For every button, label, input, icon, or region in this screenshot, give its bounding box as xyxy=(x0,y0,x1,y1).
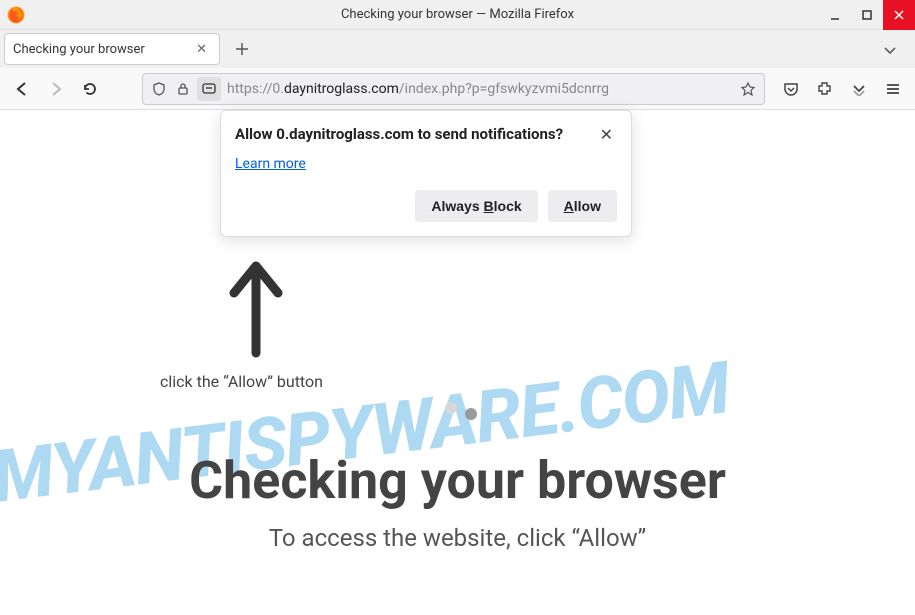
lock-icon[interactable] xyxy=(171,77,195,101)
notification-title: Allow 0.daynitroglass.com to send notifi… xyxy=(235,125,563,143)
tab-title: Checking your browser xyxy=(13,42,192,57)
titlebar: Checking your browser — Mozilla Firefox xyxy=(0,0,915,30)
always-block-button[interactable]: Always Block xyxy=(415,190,537,222)
instruction-text: click the “Allow” button xyxy=(160,372,323,391)
notification-close-icon[interactable]: ✕ xyxy=(596,125,617,144)
bookmark-star-icon[interactable] xyxy=(736,77,760,101)
browser-tab[interactable]: Checking your browser ✕ xyxy=(4,33,220,65)
overflow-button[interactable] xyxy=(843,73,875,105)
reload-button[interactable] xyxy=(74,73,106,105)
page-content: MYANTISPYWARE.COM Allow 0.daynitroglass.… xyxy=(0,110,915,615)
navigation-toolbar: https://0.daynitroglass.com/index.php?p=… xyxy=(0,68,915,110)
app-menu-button[interactable] xyxy=(877,73,909,105)
url-path: /index.php?p=gfswkyzvmi5dcnrrg xyxy=(399,81,609,97)
forward-button[interactable] xyxy=(40,73,72,105)
loading-dot xyxy=(465,408,477,420)
permission-icon[interactable] xyxy=(197,77,221,101)
new-tab-button[interactable] xyxy=(226,33,258,65)
firefox-icon xyxy=(6,5,26,25)
pocket-button[interactable] xyxy=(775,73,807,105)
tab-close-icon[interactable]: ✕ xyxy=(192,42,211,57)
tab-bar: Checking your browser ✕ xyxy=(0,30,915,68)
minimize-button[interactable] xyxy=(819,0,851,30)
page-subtext: To access the website, click “Allow” xyxy=(0,524,915,552)
allow-button[interactable]: Allow xyxy=(548,190,617,222)
url-domain: daynitroglass.com xyxy=(284,81,399,97)
tabs-list-button[interactable] xyxy=(877,34,903,65)
url-prefix: https://0. xyxy=(227,81,284,97)
shield-icon[interactable] xyxy=(147,77,171,101)
notification-permission-popup: Allow 0.daynitroglass.com to send notifi… xyxy=(220,110,632,237)
window-title: Checking your browser — Mozilla Firefox xyxy=(341,7,574,22)
close-button[interactable] xyxy=(883,0,915,30)
loading-dot xyxy=(445,402,457,414)
learn-more-link[interactable]: Learn more xyxy=(235,156,306,172)
window-controls xyxy=(819,0,915,29)
loading-dots xyxy=(445,406,477,418)
back-button[interactable] xyxy=(6,73,38,105)
up-arrow-icon xyxy=(226,258,286,362)
extensions-button[interactable] xyxy=(809,73,841,105)
page-heading: Checking your browser xyxy=(0,450,915,511)
url-text: https://0.daynitroglass.com/index.php?p=… xyxy=(227,81,736,97)
maximize-button[interactable] xyxy=(851,0,883,30)
url-bar[interactable]: https://0.daynitroglass.com/index.php?p=… xyxy=(142,73,765,105)
